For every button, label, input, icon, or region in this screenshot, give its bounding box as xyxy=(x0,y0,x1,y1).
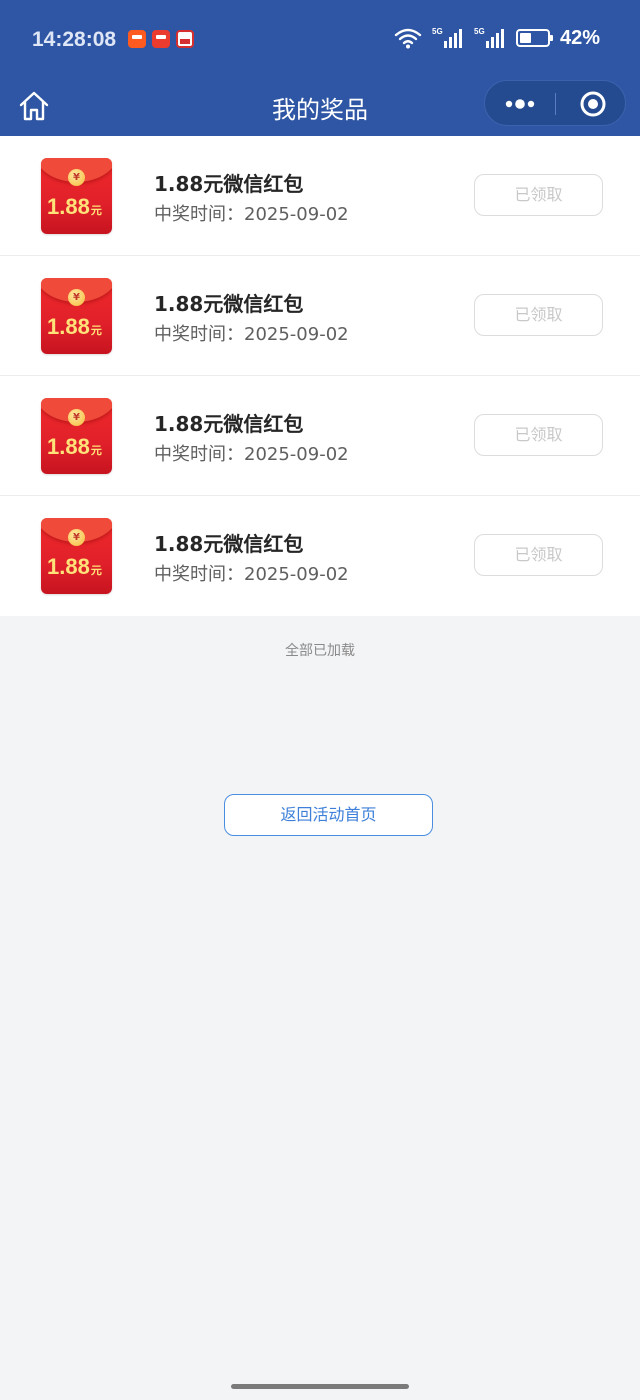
prize-title: 1.88元微信红包 xyxy=(154,292,304,316)
list-item: ¥ 1.88元 1.88元微信红包 中奖时间：2025-09-02 已领取 xyxy=(0,496,640,616)
list-item: ¥ 1.88元 1.88元微信红包 中奖时间：2025-09-02 已领取 xyxy=(0,136,640,256)
envelope-amount: 1.88 xyxy=(47,434,90,459)
prize-time: 中奖时间：2025-09-02 xyxy=(154,564,349,585)
prize-time: 中奖时间：2025-09-02 xyxy=(154,324,349,345)
prize-title: 1.88元微信红包 xyxy=(154,532,304,556)
list-item: ¥ 1.88元 1.88元微信红包 中奖时间：2025-09-02 已领取 xyxy=(0,376,640,496)
envelope-amount: 1.88 xyxy=(47,194,90,219)
claimed-button[interactable]: 已领取 xyxy=(474,174,603,216)
signal-5g-icon: 5G xyxy=(474,27,504,48)
svg-text:5G: 5G xyxy=(474,27,485,36)
claimed-button[interactable]: 已领取 xyxy=(474,414,603,456)
envelope-unit: 元 xyxy=(90,325,102,337)
prize-title: 1.88元微信红包 xyxy=(154,412,304,436)
prize-time: 中奖时间：2025-09-02 xyxy=(154,204,349,225)
status-right: 5G 5G 42% xyxy=(394,26,600,50)
red-envelope-image: ¥ 1.88元 xyxy=(41,518,112,594)
prize-title: 1.88元微信红包 xyxy=(154,172,304,196)
notification-app-icon xyxy=(152,30,170,48)
svg-text:5G: 5G xyxy=(432,27,443,36)
notification-app-icon xyxy=(176,30,194,48)
envelope-amount: 1.88 xyxy=(47,554,90,579)
more-dots-icon[interactable] xyxy=(485,81,555,127)
prize-time: 中奖时间：2025-09-02 xyxy=(154,444,349,465)
all-loaded-text: 全部已加载 xyxy=(285,643,355,659)
home-indicator-bar[interactable] xyxy=(231,1384,409,1389)
list-item: ¥ 1.88元 1.88元微信红包 中奖时间：2025-09-02 已领取 xyxy=(0,256,640,376)
coin-icon: ¥ xyxy=(68,529,85,546)
envelope-unit: 元 xyxy=(90,205,102,217)
coin-icon: ¥ xyxy=(68,289,85,306)
red-envelope-image: ¥ 1.88元 xyxy=(41,398,112,474)
envelope-unit: 元 xyxy=(90,565,102,577)
battery-icon xyxy=(515,29,553,47)
envelope-unit: 元 xyxy=(90,445,102,457)
coin-icon: ¥ xyxy=(68,169,85,186)
notification-icons xyxy=(128,30,194,48)
status-bar: 14:28:08 5G 5G 42% xyxy=(0,0,640,80)
target-close-icon[interactable] xyxy=(556,81,626,127)
envelope-amount: 1.88 xyxy=(47,314,90,339)
battery-percent: 42% xyxy=(559,26,600,49)
signal-5g-icon: 5G xyxy=(432,27,462,48)
status-time: 14:28:08 xyxy=(32,28,117,51)
prize-list: ¥ 1.88元 1.88元微信红包 中奖时间：2025-09-02 已领取 ¥ … xyxy=(0,136,640,616)
claimed-button[interactable]: 已领取 xyxy=(474,534,603,576)
mini-program-capsule xyxy=(484,80,626,126)
return-home-button[interactable]: 返回活动首页 xyxy=(224,794,433,836)
coin-icon: ¥ xyxy=(68,409,85,426)
claimed-button[interactable]: 已领取 xyxy=(474,294,603,336)
red-envelope-image: ¥ 1.88元 xyxy=(41,158,112,234)
wifi-icon xyxy=(394,28,422,49)
notification-app-icon xyxy=(128,30,146,48)
nav-bar: 我的奖品 xyxy=(0,80,640,136)
red-envelope-image: ¥ 1.88元 xyxy=(41,278,112,354)
